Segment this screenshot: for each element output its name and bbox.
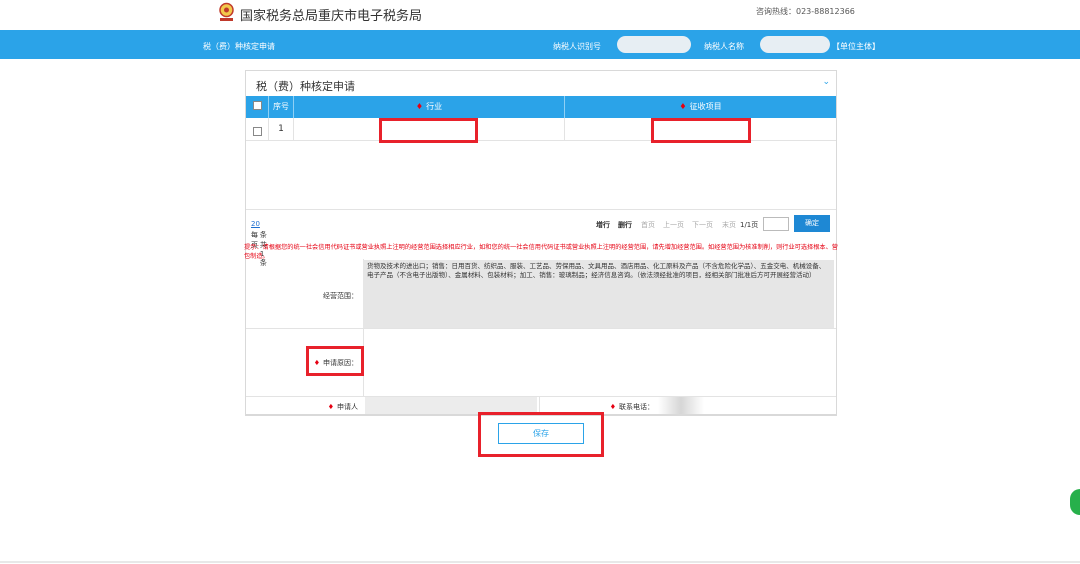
row-select-cell (246, 118, 269, 140)
column-index: 序号 (269, 96, 294, 118)
page-name: 税（费）种核定申请 (203, 42, 275, 51)
item-highlight (651, 118, 751, 143)
panel-title: 税（费）种核定申请 (256, 80, 355, 93)
save-button[interactable]: 保存 (498, 423, 584, 444)
next-page-button[interactable]: 下一页 (692, 220, 713, 230)
industry-highlight (379, 118, 478, 143)
taxpayer-id-value (617, 36, 691, 53)
hotline-text: 咨询热线：023-88812366 (756, 7, 855, 16)
row-checkbox[interactable] (253, 127, 262, 136)
phone-label: ♦ 联系电话： (609, 403, 654, 411)
taxpayer-name-label: 纳税人名称 (704, 42, 744, 51)
column-industry: ♦ 行业 (294, 96, 565, 118)
page-info: 1/1页 (740, 221, 759, 229)
bottom-divider (0, 561, 1080, 563)
reason-highlight (306, 346, 364, 376)
page-size-link[interactable]: 20 (251, 220, 260, 228)
column-item: ♦ 征收项目 (679, 102, 722, 111)
select-all-checkbox[interactable] (253, 101, 262, 110)
delete-row-button[interactable]: 删行 (618, 220, 632, 230)
select-all-cell (246, 96, 269, 118)
pagination-bar: 每页 20 条 共1条 增行 删行 首页 上一页 下一页 末页 1/1页 确定 (246, 209, 836, 267)
goto-page-input[interactable] (763, 217, 789, 231)
site-header: 国家税务总局重庆市电子税务局 咨询热线：023-88812366 (0, 0, 1080, 30)
prev-page-button[interactable]: 上一页 (663, 220, 684, 230)
scope-label: 经营范围： (323, 292, 358, 300)
tax-emblem-icon (219, 2, 234, 21)
taxpayer-name-value (760, 36, 830, 53)
business-scope-text: 货物及技术的进出口；销售：日用百货、纺织品、服装、工艺品、劳保用品、文具用品、酒… (363, 260, 834, 328)
first-page-button[interactable]: 首页 (641, 220, 655, 230)
taxpayer-id-label: 纳税人识别号 (553, 42, 601, 51)
phone-field[interactable] (658, 397, 704, 414)
last-page-button[interactable]: 末页 (722, 220, 736, 230)
floating-chat-icon[interactable] (1070, 489, 1080, 515)
info-bar: 税（费）种核定申请 纳税人识别号 纳税人名称 【单位主体】 (0, 30, 1080, 59)
chevron-down-icon[interactable]: ⌄ (822, 77, 830, 87)
row-index: 1 (269, 118, 294, 140)
table-header: 序号 ♦ 行业 ♦ 征收项目 (246, 96, 836, 118)
applicant-label: ♦ 申请人 (327, 403, 358, 411)
reason-input[interactable] (363, 330, 834, 394)
site-title: 国家税务总局重庆市电子税务局 (240, 9, 423, 24)
page-size-info: 每页 20 条 共1条 (251, 220, 267, 267)
add-row-button[interactable]: 增行 (596, 220, 610, 230)
confirm-button[interactable]: 确定 (794, 215, 830, 232)
entity-type: 【单位主体】 (832, 42, 880, 51)
